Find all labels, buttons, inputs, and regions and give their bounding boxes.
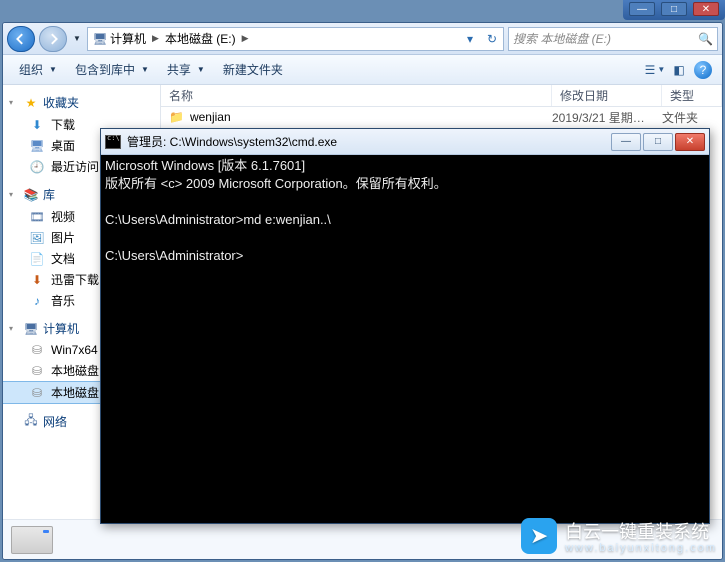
file-modified: 2019/3/21 星期…	[552, 109, 662, 126]
outer-window-chrome: — □ ✕	[623, 0, 725, 20]
drive-icon: ⛁	[29, 342, 45, 358]
address-dropdown-icon[interactable]: ▾	[459, 32, 481, 46]
address-segment-label: 本地磁盘 (E:)	[165, 30, 236, 47]
document-icon: 📄	[29, 251, 45, 267]
outer-maximize-button[interactable]: □	[661, 2, 687, 16]
drive-icon: ⛁	[29, 363, 45, 379]
cmd-maximize-button[interactable]: □	[643, 133, 673, 151]
status-bar	[3, 519, 722, 559]
network-icon: 🖧	[23, 414, 39, 430]
refresh-icon[interactable]: ↻	[481, 32, 503, 46]
cmd-line: 版权所有 <c> 2009 Microsoft Corporation。保留所有…	[105, 176, 447, 191]
command-toolbar: 组织▼ 包含到库中▼ 共享▼ 新建文件夹 ☰▼ ◧ ?	[3, 55, 722, 85]
file-type: 文件夹	[662, 109, 722, 126]
help-button[interactable]: ?	[692, 59, 714, 81]
chevron-down-icon: ▼	[141, 65, 149, 74]
collapse-icon: ▾	[9, 190, 19, 199]
view-options-button[interactable]: ☰▼	[644, 59, 666, 81]
sidebar-group-favorites[interactable]: ▾★收藏夹	[3, 91, 160, 114]
collapse-icon: ▾	[9, 98, 19, 107]
computer-icon: 🖥	[92, 31, 108, 47]
address-segment-computer[interactable]: 🖥 计算机	[88, 28, 150, 50]
cmd-line: Microsoft Windows [版本 6.1.7601]	[105, 158, 305, 173]
video-icon: 🎞	[29, 209, 45, 225]
address-bar[interactable]: 🖥 计算机 ▶ 本地磁盘 (E:) ▶ ▾ ↻	[87, 27, 504, 51]
outer-minimize-button[interactable]: —	[629, 2, 655, 16]
cmd-window: 管理员: C:\Windows\system32\cmd.exe — □ ✕ M…	[100, 128, 710, 524]
search-placeholder: 搜索 本地磁盘 (E:)	[513, 30, 611, 47]
share-button[interactable]: 共享▼	[159, 59, 213, 81]
cmd-icon	[105, 135, 121, 149]
computer-icon: 🖥	[23, 321, 39, 337]
col-name[interactable]: 名称	[161, 85, 552, 106]
new-folder-button[interactable]: 新建文件夹	[215, 59, 291, 81]
search-icon[interactable]: 🔍	[698, 32, 713, 46]
collapse-icon: ▾	[9, 324, 19, 333]
file-name: wenjian	[190, 110, 231, 124]
cmd-minimize-button[interactable]: —	[611, 133, 641, 151]
cmd-line: C:\Users\Administrator>	[105, 248, 243, 263]
star-icon: ★	[23, 95, 39, 111]
address-segment-drive[interactable]: 本地磁盘 (E:)	[161, 28, 240, 50]
arrow-right-icon	[47, 33, 59, 45]
drive-icon	[11, 526, 53, 554]
desktop-icon: 🖥	[29, 138, 45, 154]
cmd-output[interactable]: Microsoft Windows [版本 6.1.7601] 版权所有 <c>…	[101, 155, 709, 523]
nav-bar: ▼ 🖥 计算机 ▶ 本地磁盘 (E:) ▶ ▾ ↻ 搜索 本地磁盘 (E:) 🔍	[3, 23, 722, 55]
cmd-close-button[interactable]: ✕	[675, 133, 705, 151]
download-icon: ⬇	[29, 117, 45, 133]
file-row[interactable]: 📁 wenjian 2019/3/21 星期… 文件夹	[161, 107, 722, 127]
nav-history-dropdown[interactable]: ▼	[71, 29, 83, 49]
column-headers: 名称 修改日期 类型	[161, 85, 722, 107]
organize-button[interactable]: 组织▼	[11, 59, 65, 81]
xunlei-icon: ⬇	[29, 272, 45, 288]
cmd-line: C:\Users\Administrator>md e:wenjian..\	[105, 212, 331, 227]
nav-forward-button[interactable]	[39, 26, 67, 52]
cmd-title-text: 管理员: C:\Windows\system32\cmd.exe	[127, 133, 605, 150]
nav-back-button[interactable]	[7, 26, 35, 52]
recent-icon: 🕘	[29, 159, 45, 175]
cmd-titlebar[interactable]: 管理员: C:\Windows\system32\cmd.exe — □ ✕	[101, 129, 709, 155]
breadcrumb-chevron-icon[interactable]: ▶	[150, 33, 161, 44]
outer-close-button[interactable]: ✕	[693, 2, 719, 16]
folder-icon: 📁	[169, 110, 184, 124]
include-in-library-button[interactable]: 包含到库中▼	[67, 59, 157, 81]
col-modified[interactable]: 修改日期	[552, 85, 662, 106]
preview-pane-button[interactable]: ◧	[668, 59, 690, 81]
arrow-left-icon	[15, 33, 27, 45]
music-icon: ♪	[29, 293, 45, 309]
col-type[interactable]: 类型	[662, 85, 722, 106]
library-icon: 📚	[23, 187, 39, 203]
chevron-down-icon: ▼	[197, 65, 205, 74]
picture-icon: 🖼	[29, 230, 45, 246]
breadcrumb-chevron-icon[interactable]: ▶	[240, 33, 251, 44]
drive-icon: ⛁	[29, 385, 45, 401]
address-segment-label: 计算机	[110, 30, 146, 47]
help-icon: ?	[694, 61, 712, 79]
chevron-down-icon: ▼	[49, 65, 57, 74]
search-input[interactable]: 搜索 本地磁盘 (E:) 🔍	[508, 27, 718, 51]
